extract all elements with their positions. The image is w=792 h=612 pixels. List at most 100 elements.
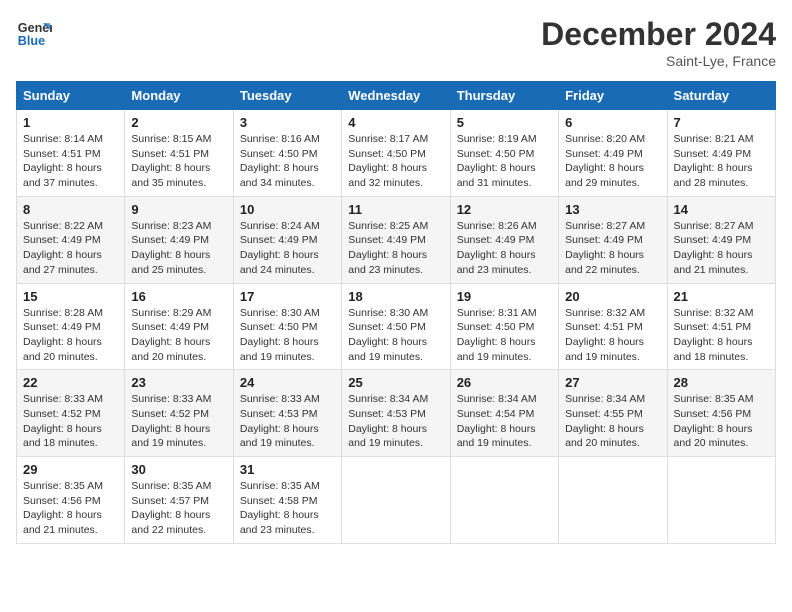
day-number: 15 [23,289,118,304]
calendar-cell: 21 Sunrise: 8:32 AMSunset: 4:51 PMDayligh… [667,283,775,370]
cell-info: Sunrise: 8:34 AMSunset: 4:54 PMDaylight:… [457,392,552,451]
cell-info: Sunrise: 8:26 AMSunset: 4:49 PMDaylight:… [457,219,552,278]
day-number: 16 [131,289,226,304]
cell-info: Sunrise: 8:27 AMSunset: 4:49 PMDaylight:… [565,219,660,278]
day-number: 21 [674,289,769,304]
header-wednesday: Wednesday [342,82,450,110]
day-number: 5 [457,115,552,130]
month-title: December 2024 [541,16,776,53]
cell-info: Sunrise: 8:15 AMSunset: 4:51 PMDaylight:… [131,132,226,191]
day-number: 18 [348,289,443,304]
cell-info: Sunrise: 8:23 AMSunset: 4:49 PMDaylight:… [131,219,226,278]
calendar-cell: 19 Sunrise: 8:31 AMSunset: 4:50 PMDayligh… [450,283,558,370]
day-number: 8 [23,202,118,217]
calendar-cell: 18 Sunrise: 8:30 AMSunset: 4:50 PMDayligh… [342,283,450,370]
day-number: 20 [565,289,660,304]
title-area: December 2024 Saint-Lye, France [541,16,776,69]
day-number: 4 [348,115,443,130]
day-number: 7 [674,115,769,130]
cell-info: Sunrise: 8:28 AMSunset: 4:49 PMDaylight:… [23,306,118,365]
cell-info: Sunrise: 8:35 AMSunset: 4:57 PMDaylight:… [131,479,226,538]
calendar-cell: 22 Sunrise: 8:33 AMSunset: 4:52 PMDayligh… [17,370,125,457]
calendar-cell: 20 Sunrise: 8:32 AMSunset: 4:51 PMDayligh… [559,283,667,370]
cell-info: Sunrise: 8:21 AMSunset: 4:49 PMDaylight:… [674,132,769,191]
calendar-cell: 1Sunrise: 8:14 AMSunset: 4:51 PMDaylight… [17,110,125,197]
header-monday: Monday [125,82,233,110]
day-number: 23 [131,375,226,390]
cell-info: Sunrise: 8:17 AMSunset: 4:50 PMDaylight:… [348,132,443,191]
cell-info: Sunrise: 8:32 AMSunset: 4:51 PMDaylight:… [674,306,769,365]
day-number: 22 [23,375,118,390]
cell-info: Sunrise: 8:30 AMSunset: 4:50 PMDaylight:… [348,306,443,365]
calendar-cell: 25Sunrise: 8:34 AMSunset: 4:53 PMDayligh… [342,370,450,457]
header-tuesday: Tuesday [233,82,341,110]
calendar-cell: 6 Sunrise: 8:20 AMSunset: 4:49 PMDaylight… [559,110,667,197]
day-number: 26 [457,375,552,390]
day-number: 24 [240,375,335,390]
calendar-cell: 9 Sunrise: 8:23 AMSunset: 4:49 PMDaylight… [125,196,233,283]
day-number: 2 [131,115,226,130]
cell-info: Sunrise: 8:25 AMSunset: 4:49 PMDaylight:… [348,219,443,278]
cell-info: Sunrise: 8:20 AMSunset: 4:49 PMDaylight:… [565,132,660,191]
cell-info: Sunrise: 8:30 AMSunset: 4:50 PMDaylight:… [240,306,335,365]
day-number: 14 [674,202,769,217]
cell-info: Sunrise: 8:34 AMSunset: 4:55 PMDaylight:… [565,392,660,451]
calendar-cell: 31 Sunrise: 8:35 AMSunset: 4:58 PMDayligh… [233,457,341,544]
day-number: 29 [23,462,118,477]
calendar-cell [450,457,558,544]
calendar-cell: 15 Sunrise: 8:28 AMSunset: 4:49 PMDayligh… [17,283,125,370]
calendar-cell: 29 Sunrise: 8:35 AMSunset: 4:56 PMDayligh… [17,457,125,544]
day-number: 9 [131,202,226,217]
week-row-4: 22 Sunrise: 8:33 AMSunset: 4:52 PMDayligh… [17,370,776,457]
cell-info: Sunrise: 8:31 AMSunset: 4:50 PMDaylight:… [457,306,552,365]
week-row-3: 15 Sunrise: 8:28 AMSunset: 4:49 PMDayligh… [17,283,776,370]
day-number: 28 [674,375,769,390]
day-number: 6 [565,115,660,130]
calendar-cell: 12 Sunrise: 8:26 AMSunset: 4:49 PMDayligh… [450,196,558,283]
logo: General Blue [16,16,52,52]
calendar-table: SundayMondayTuesdayWednesdayThursdayFrid… [16,81,776,544]
cell-info: Sunrise: 8:34 AMSunset: 4:53 PMDaylight:… [348,392,443,451]
cell-info: Sunrise: 8:27 AMSunset: 4:49 PMDaylight:… [674,219,769,278]
calendar-cell: 8 Sunrise: 8:22 AMSunset: 4:49 PMDaylight… [17,196,125,283]
header-friday: Friday [559,82,667,110]
cell-info: Sunrise: 8:22 AMSunset: 4:49 PMDaylight:… [23,219,118,278]
week-row-5: 29 Sunrise: 8:35 AMSunset: 4:56 PMDayligh… [17,457,776,544]
location-subtitle: Saint-Lye, France [541,53,776,69]
day-number: 13 [565,202,660,217]
header-saturday: Saturday [667,82,775,110]
cell-info: Sunrise: 8:33 AMSunset: 4:53 PMDaylight:… [240,392,335,451]
calendar-header-row: SundayMondayTuesdayWednesdayThursdayFrid… [17,82,776,110]
day-number: 30 [131,462,226,477]
calendar-cell: 2 Sunrise: 8:15 AMSunset: 4:51 PMDaylight… [125,110,233,197]
calendar-cell: 23 Sunrise: 8:33 AMSunset: 4:52 PMDayligh… [125,370,233,457]
calendar-cell: 10Sunrise: 8:24 AMSunset: 4:49 PMDayligh… [233,196,341,283]
cell-info: Sunrise: 8:24 AMSunset: 4:49 PMDaylight:… [240,219,335,278]
day-number: 31 [240,462,335,477]
cell-info: Sunrise: 8:35 AMSunset: 4:56 PMDaylight:… [23,479,118,538]
calendar-cell [559,457,667,544]
cell-info: Sunrise: 8:14 AMSunset: 4:51 PMDaylight:… [23,132,118,191]
calendar-cell: 7 Sunrise: 8:21 AMSunset: 4:49 PMDaylight… [667,110,775,197]
day-number: 12 [457,202,552,217]
cell-info: Sunrise: 8:32 AMSunset: 4:51 PMDaylight:… [565,306,660,365]
calendar-cell: 27 Sunrise: 8:34 AMSunset: 4:55 PMDayligh… [559,370,667,457]
calendar-cell: 11Sunrise: 8:25 AMSunset: 4:49 PMDayligh… [342,196,450,283]
calendar-cell: 13 Sunrise: 8:27 AMSunset: 4:49 PMDayligh… [559,196,667,283]
logo-icon: General Blue [16,16,52,52]
week-row-1: 1Sunrise: 8:14 AMSunset: 4:51 PMDaylight… [17,110,776,197]
cell-info: Sunrise: 8:19 AMSunset: 4:50 PMDaylight:… [457,132,552,191]
cell-info: Sunrise: 8:33 AMSunset: 4:52 PMDaylight:… [131,392,226,451]
calendar-cell [342,457,450,544]
calendar-cell: 28 Sunrise: 8:35 AMSunset: 4:56 PMDayligh… [667,370,775,457]
calendar-cell: 24 Sunrise: 8:33 AMSunset: 4:53 PMDayligh… [233,370,341,457]
day-number: 27 [565,375,660,390]
cell-info: Sunrise: 8:35 AMSunset: 4:56 PMDaylight:… [674,392,769,451]
calendar-cell: 17Sunrise: 8:30 AMSunset: 4:50 PMDayligh… [233,283,341,370]
svg-text:Blue: Blue [18,34,45,48]
cell-info: Sunrise: 8:35 AMSunset: 4:58 PMDaylight:… [240,479,335,538]
header-sunday: Sunday [17,82,125,110]
day-number: 19 [457,289,552,304]
cell-info: Sunrise: 8:16 AMSunset: 4:50 PMDaylight:… [240,132,335,191]
cell-info: Sunrise: 8:33 AMSunset: 4:52 PMDaylight:… [23,392,118,451]
